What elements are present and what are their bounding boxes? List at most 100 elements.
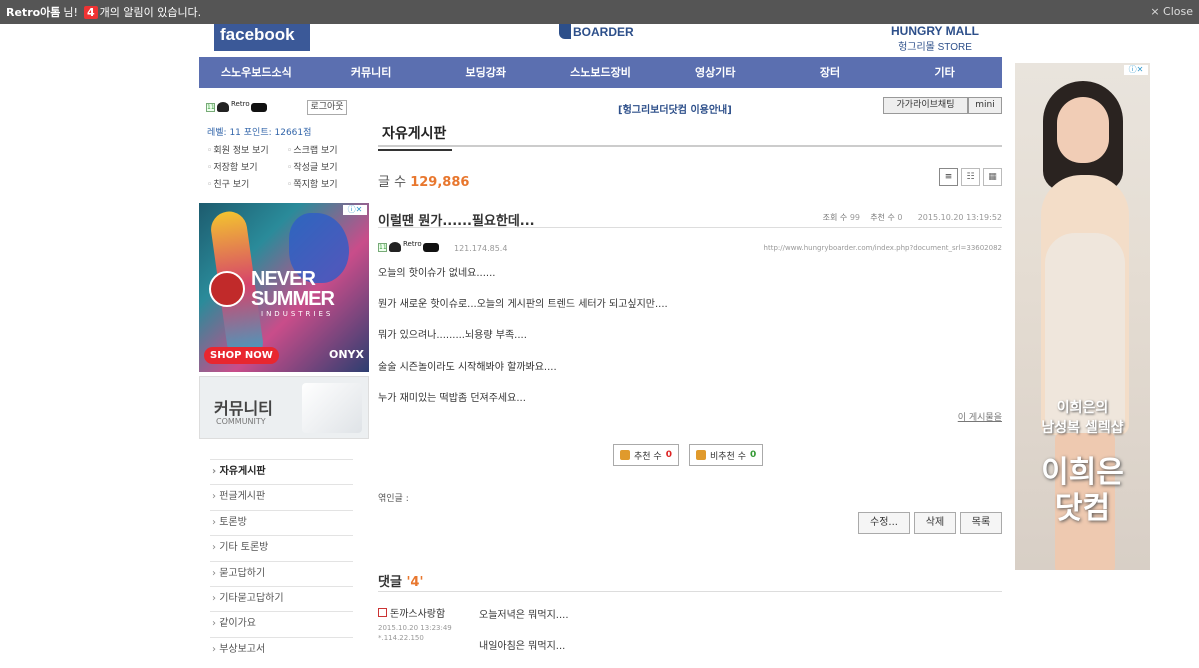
not-recommend-button-count: 0 bbox=[749, 450, 757, 460]
comment-date: 2015.10.20 13:23:49 bbox=[378, 624, 452, 632]
nav-item-equipment[interactable]: 스노보드장비 bbox=[543, 57, 658, 88]
submenu-item-fun-board[interactable]: 펀글게시판 bbox=[210, 484, 353, 509]
recommend-label: 추천 수 bbox=[870, 213, 895, 222]
hungry-boarder-line2: BOARDER bbox=[573, 25, 634, 39]
nav-item-snowboard-news[interactable]: 스노우보드소식 bbox=[199, 57, 314, 88]
friends-link[interactable]: 친구 보기 bbox=[207, 177, 287, 190]
right-ad-choices-icon[interactable]: ⓘ✕ bbox=[1124, 65, 1148, 75]
community-banner: 커뮤니티 COMMUNITY bbox=[199, 376, 369, 439]
notification-count[interactable]: 4 bbox=[83, 5, 98, 19]
edit-button[interactable]: 수정... bbox=[858, 512, 910, 534]
comment-text: 오늘저녁은 뭐먹지.... 내일아침은 뭐먹지... bbox=[479, 606, 569, 668]
submenu-item-other-qna[interactable]: 기타묻고답하기 bbox=[210, 585, 353, 611]
mini-button[interactable]: mini bbox=[968, 97, 1002, 114]
this-post-link[interactable]: 이 게시물을 bbox=[958, 410, 1002, 423]
ad-line2: SUMMER bbox=[251, 288, 335, 310]
post-body-line: 오늘의 핫이슈가 없네요...... bbox=[378, 268, 496, 279]
nav-item-etc[interactable]: 기타 bbox=[887, 57, 1002, 88]
list-button[interactable]: 목록 bbox=[960, 512, 1002, 534]
scrap-link[interactable]: 스크랩 보기 bbox=[287, 143, 357, 156]
notice-link[interactable]: [헝그리보더닷컴 이용안내] bbox=[618, 101, 732, 116]
post-author[interactable]: 11 Retro bbox=[378, 240, 439, 253]
recommend-button[interactable]: 추천 수 0 bbox=[613, 444, 679, 466]
my-posts-link[interactable]: 작성글 보기 bbox=[287, 160, 357, 173]
comment-author-name: 돈까스사랑함 bbox=[390, 609, 446, 620]
comment-line: 내일아침은 뭐먹지... bbox=[479, 641, 566, 652]
comment-ip: *.114.22.150 bbox=[378, 634, 424, 642]
saved-link[interactable]: 저장함 보기 bbox=[207, 160, 287, 173]
avatar-icon bbox=[217, 102, 229, 112]
comment-meta: 2015.10.20 13:23:49 *.114.22.150 bbox=[378, 623, 452, 643]
submenu-item-debate[interactable]: 토론방 bbox=[210, 509, 353, 535]
post-meta: 조회 수 99 추천 수 0 2015.10.20 13:19:52 bbox=[823, 212, 1002, 223]
submenu-item-go-together[interactable]: 같이가요 bbox=[210, 611, 353, 636]
thumbs-down-icon bbox=[696, 450, 706, 460]
views-value: 99 bbox=[849, 213, 861, 222]
post-body-line: 뭐가 있으려나.........뇌용량 부족.... bbox=[378, 330, 527, 342]
login-user: 11 Retro bbox=[206, 100, 267, 113]
right-ad-line4: 닷컴 bbox=[1054, 491, 1111, 526]
nav-item-community[interactable]: 커뮤니티 bbox=[314, 57, 429, 88]
nav-item-videos[interactable]: 영상기타 bbox=[658, 57, 773, 88]
list-view-icon[interactable]: ≡ bbox=[939, 168, 958, 186]
post-count: 글 수 129,886 bbox=[378, 171, 469, 190]
model-face-image bbox=[1057, 97, 1109, 163]
community-decoration bbox=[302, 383, 362, 433]
hungry-mall-logo[interactable]: HUNGRY MALL 헝그리몰 STORE bbox=[887, 24, 983, 53]
never-summer-emblem-icon bbox=[209, 271, 245, 307]
notification-nickname[interactable]: Retro아톰 bbox=[6, 4, 60, 20]
board-title[interactable]: 자유게시판 bbox=[378, 119, 453, 151]
submenu-item-free-board[interactable]: 자유게시판 bbox=[210, 459, 353, 484]
post-title: 이럴땐 뭔가......필요한데... bbox=[378, 214, 535, 229]
post-body-line: 누가 재미있는 떡밥좀 던져주세요... bbox=[378, 392, 526, 404]
recommend-button-label: 추천 수 bbox=[634, 451, 662, 462]
community-submenu: 자유게시판 펀글게시판 토론방 기타 토론방 묻고답하기 기타묻고답하기 같이가… bbox=[210, 459, 353, 662]
shop-now-button[interactable]: SHOP NOW bbox=[204, 347, 279, 364]
trackback-label: 엮인글 : bbox=[378, 494, 409, 504]
messages-link[interactable]: 쪽지함 보기 bbox=[287, 177, 357, 190]
right-side-ad[interactable]: 이희은의 남성복 셀렉샵 이희은 닷컴 ⓘ✕ bbox=[1015, 63, 1150, 570]
nickname-image[interactable]: Retro bbox=[217, 100, 267, 113]
never-summer-ad[interactable]: NEVER SUMMER INDUSTRIES SHOP NOW ONYX ⓘ✕ bbox=[199, 203, 369, 372]
delete-button[interactable]: 삭제 bbox=[914, 512, 956, 534]
not-recommend-button-label: 비추천 수 bbox=[710, 451, 746, 462]
nickname-text: Retro bbox=[231, 100, 250, 108]
gallery-view-icon[interactable]: ▦ bbox=[983, 168, 1002, 186]
ad-line3: INDUSTRIES bbox=[261, 310, 334, 318]
post-ip: 121.174.85.4 bbox=[454, 244, 508, 253]
level-icon: 11 bbox=[206, 102, 215, 112]
nickname-badge-icon bbox=[251, 103, 267, 112]
ad-brand: ONYX bbox=[329, 348, 365, 361]
nav-item-lessons[interactable]: 보딩강좌 bbox=[428, 57, 543, 88]
notification-close-button[interactable]: × Close bbox=[1150, 5, 1193, 18]
post-url-link[interactable]: http://www.hungryboarder.com/index.php?d… bbox=[764, 244, 1002, 252]
ad-choices-icon[interactable]: ⓘ✕ bbox=[343, 205, 367, 215]
main-nav: 스노우보드소식 커뮤니티 보딩강좌 스노보드장비 영상기타 장터 기타 bbox=[199, 57, 1002, 88]
comment-author-icon bbox=[378, 608, 387, 617]
right-ad-line2: 남성복 셀렉샵 bbox=[1041, 420, 1124, 436]
level-points: 레벨: 11 포인트: 12661점 bbox=[207, 128, 312, 138]
ad-line1: NEVER bbox=[251, 268, 316, 290]
board-title-bar: 자유게시판 bbox=[378, 119, 1002, 151]
webzine-view-icon[interactable]: ☷ bbox=[961, 168, 980, 186]
comments-title: 댓글 '4' bbox=[378, 562, 1002, 592]
submenu-item-qna[interactable]: 묻고답하기 bbox=[210, 560, 353, 586]
live-chat-button[interactable]: 가가라이브채팅 bbox=[883, 97, 968, 114]
author-avatar-icon bbox=[389, 242, 401, 252]
nav-item-market[interactable]: 장터 bbox=[773, 57, 888, 88]
member-links: 회원 정보 보기 스크랩 보기 저장함 보기 작성글 보기 친구 보기 쪽지함 … bbox=[207, 143, 357, 190]
notification-suffix: 님! bbox=[63, 6, 78, 19]
hungry-mall-line1: HUNGRY MALL bbox=[891, 24, 979, 38]
author-badge-icon bbox=[423, 243, 439, 252]
submenu-item-other-debate[interactable]: 기타 토론방 bbox=[210, 535, 353, 560]
comment-line: 오늘저녁은 뭐먹지.... bbox=[479, 610, 569, 621]
view-mode-toggle: ≡ ☷ ▦ bbox=[939, 168, 1002, 186]
login-box: 11 Retro 로그아웃 레벨: 11 포인트: 12661점 회원 정보 보… bbox=[199, 96, 369, 196]
notification-message[interactable]: 개의 알림이 있습니다. bbox=[100, 4, 202, 20]
member-info-link[interactable]: 회원 정보 보기 bbox=[207, 143, 287, 156]
logout-button[interactable]: 로그아웃 bbox=[307, 100, 347, 115]
submenu-item-injury-report[interactable]: 부상보고서 bbox=[210, 636, 353, 662]
not-recommend-button[interactable]: 비추천 수 0 bbox=[689, 444, 764, 466]
post-header: 이럴땐 뭔가......필요한데... 조회 수 99 추천 수 0 2015.… bbox=[378, 202, 1002, 229]
comment-author[interactable]: 돈까스사랑함 bbox=[378, 605, 445, 620]
